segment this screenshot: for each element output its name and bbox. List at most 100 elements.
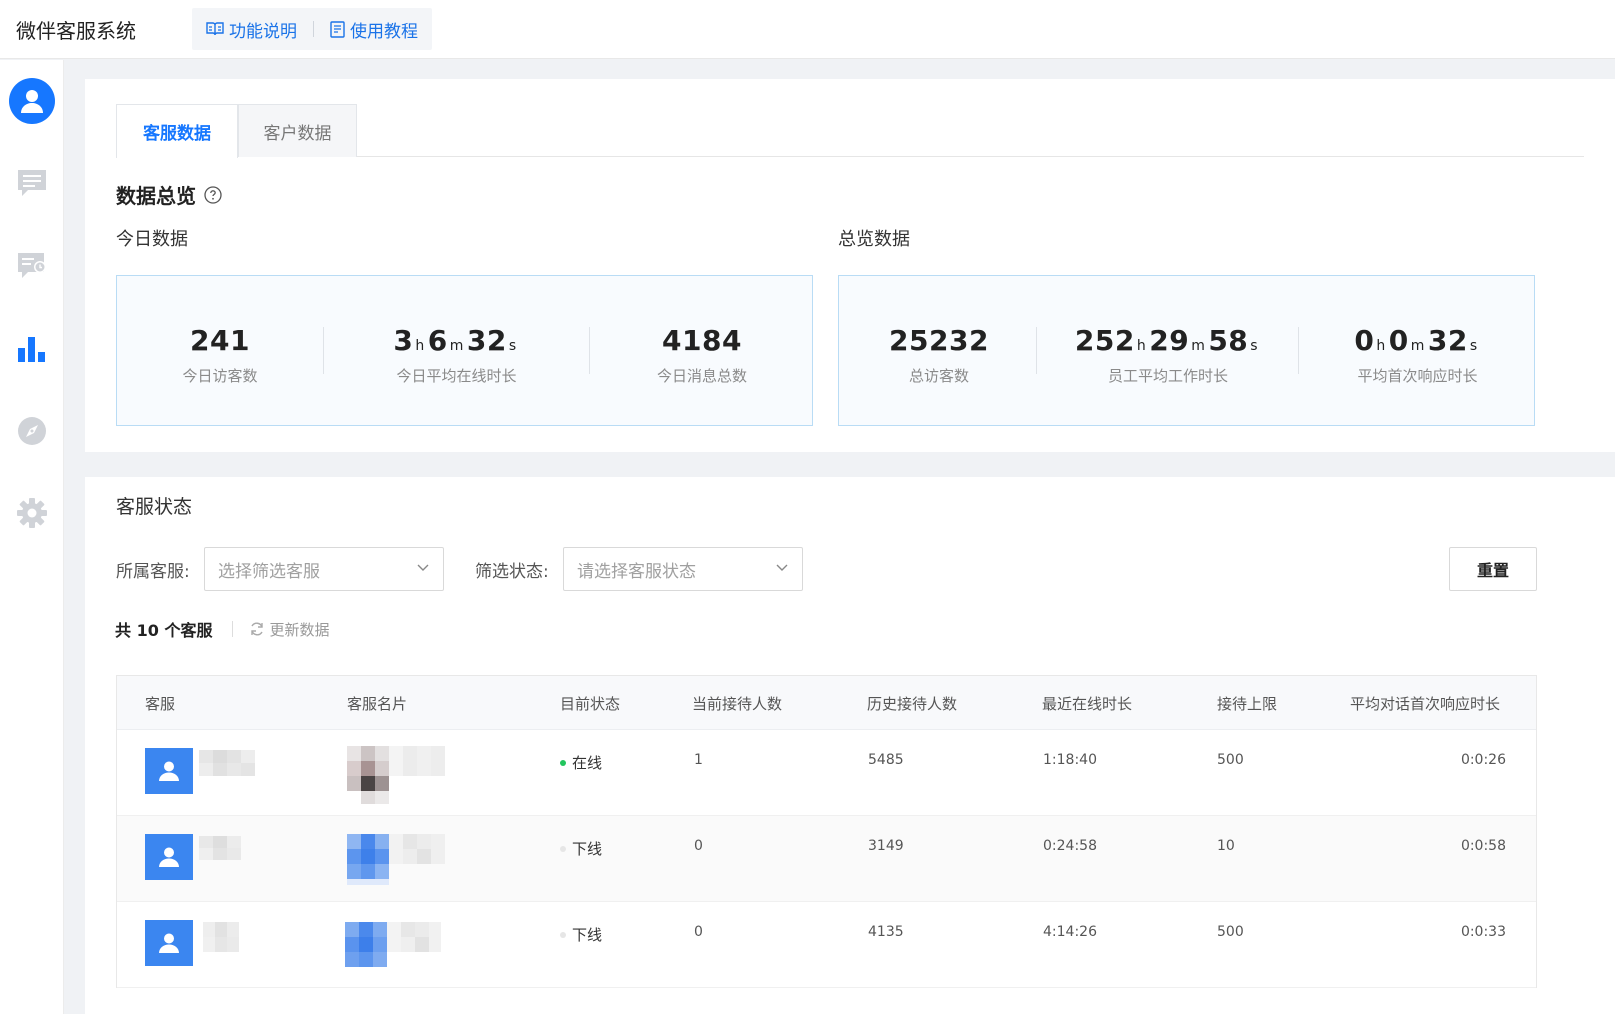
refresh-label: 更新数据 [269,620,330,639]
chevron-down-icon [776,564,788,571]
user-icon [21,90,43,113]
status-select[interactable]: 请选择客服状态 [563,547,803,591]
document-icon [330,20,345,38]
reset-button[interactable]: 重置 [1449,547,1537,591]
today-data-title: 今日数据 [116,229,188,250]
agent-count: 共 10 个客服 [115,621,213,640]
stat-label: 总访客数 [908,366,969,385]
column-header: 平均对话首次响应时长 [1350,694,1501,713]
stat-value: 3 h 6 m 32 s [393,323,517,357]
status-select-placeholder: 请选择客服状态 [577,561,696,582]
sidebar-item-agent[interactable] [0,76,64,126]
help-icon[interactable] [204,185,222,204]
agent-count-line: 共 10 个客服 更新数据 [115,617,329,641]
sidebar-item-discover[interactable] [0,406,64,456]
user-icon [159,847,179,867]
agent-select[interactable]: 选择筛选客服 [204,547,444,591]
refresh-icon [251,622,264,636]
overview-panel: 客服数据 客户数据 数据总览 今日数据 总览数据 241 今日访客数 3h6m3… [85,79,1615,452]
history-count: 4135 [868,924,904,940]
avatar [145,834,193,880]
refresh-data-button[interactable]: 更新数据 [249,619,329,640]
stat-value: 241 [190,323,250,357]
reception-limit: 500 [1217,924,1244,940]
avg-first-response: 0:0:58 [1460,838,1506,854]
agent-status-panel: 客服状态 所属客服: 选择筛选客服 筛选状态: 请选择客服状态 重置 共 10 … [85,477,1615,1014]
tab-bar: 客服数据 客户数据 [116,104,1584,158]
blurred-agent-name [203,922,243,956]
total-visitors-stat: 25232 总访客数 [839,276,1039,427]
offline-dot-icon [560,845,566,852]
offline-dot-icon [560,931,566,938]
top-links: 功能说明 使用教程 [192,8,432,50]
total-data-title: 总览数据 [838,229,910,250]
reception-limit: 500 [1217,752,1244,768]
sidebar-item-settings[interactable] [0,488,64,538]
column-header: 目前状态 [560,694,621,713]
today-avg-online-stat: 3 h 6 m 32 s 今日平均在线时长 [324,276,589,427]
today-messages-stat: 4184 今日消息总数 [590,276,814,427]
tutorial-link[interactable]: 使用教程 [330,17,418,42]
stat-value: 0 h 0 m 32 s [1354,323,1478,357]
overview-title: 数据总览 [116,180,222,209]
blurred-agent-name [199,836,243,864]
user-icon [159,761,179,781]
avatar [145,748,193,794]
blurred-business-card [345,922,445,972]
book-icon [206,22,224,36]
current-count: 0 [694,838,703,854]
agent-status-title: 客服状态 [116,496,193,518]
stat-label: 员工平均工作时长 [1107,366,1228,385]
chat-icon [18,170,46,196]
agent-table: 客服 客服名片 目前状态 当前接待人数 历史接待人数 最近在线时长 接待上限 平… [116,675,1537,988]
sidebar-item-chat[interactable] [0,158,64,208]
feature-guide-label: 功能说明 [229,21,297,42]
sidebar-item-session[interactable] [0,240,64,290]
total-stats-box: 25232 总访客数 252 h 29 m 58 s 员工平均工作时长 0 h 0 m 32 s 平… [838,275,1535,426]
table-row: 下线 0 4135 4:14:26 500 0:0:33 [117,902,1536,988]
status-text: 下线 [572,840,603,858]
status-offline: 下线 [560,924,602,945]
status-filter-label: 筛选状态: [475,562,549,582]
blurred-agent-name [199,750,257,780]
link-divider [313,21,314,37]
avg-first-response-stat: 0 h 0 m 32 s 平均首次响应时长 [1299,276,1536,427]
stat-label: 今日访客数 [182,366,258,385]
stat-label: 今日消息总数 [656,366,747,385]
column-header: 最近在线时长 [1042,694,1133,713]
agent-select-placeholder: 选择筛选客服 [218,561,320,582]
online-dot-icon [560,759,566,766]
tab-agent-data[interactable]: 客服数据 [116,104,238,158]
tutorial-label: 使用教程 [350,21,418,42]
current-count: 1 [694,752,703,768]
stat-label: 今日平均在线时长 [396,366,517,385]
user-icon [159,933,179,953]
column-header: 客服名片 [347,694,408,713]
status-text: 下线 [572,926,603,944]
column-header: 接待上限 [1217,694,1278,713]
avg-first-response: 0:0:26 [1460,752,1506,768]
sidebar-item-statistics[interactable] [0,324,64,374]
recent-online-time: 4:14:26 [1043,924,1097,940]
stat-value: 4184 [662,323,742,357]
status-online: 在线 [560,752,602,773]
agent-filter-label: 所属客服: [116,562,190,582]
column-header: 当前接待人数 [692,694,783,713]
column-header: 历史接待人数 [867,694,958,713]
avg-first-response: 0:0:33 [1460,924,1506,940]
avatar [145,920,193,966]
status-text: 在线 [572,754,603,772]
bar-chart-icon [18,337,45,362]
history-count: 3149 [868,838,904,854]
column-header: 客服 [145,694,176,713]
history-count: 5485 [868,752,904,768]
stat-value: 252 h 29 m 58 s [1074,323,1259,357]
table-header: 客服 客服名片 目前状态 当前接待人数 历史接待人数 最近在线时长 接待上限 平… [117,676,1536,730]
feature-guide-link[interactable]: 功能说明 [206,17,297,42]
blurred-business-card [347,834,447,890]
today-visitors-stat: 241 今日访客数 [117,276,323,427]
blurred-business-card [347,746,447,810]
overview-title-text: 数据总览 [116,184,196,208]
tab-customer-data[interactable]: 客户数据 [238,104,357,157]
stat-value: 25232 [889,323,989,357]
